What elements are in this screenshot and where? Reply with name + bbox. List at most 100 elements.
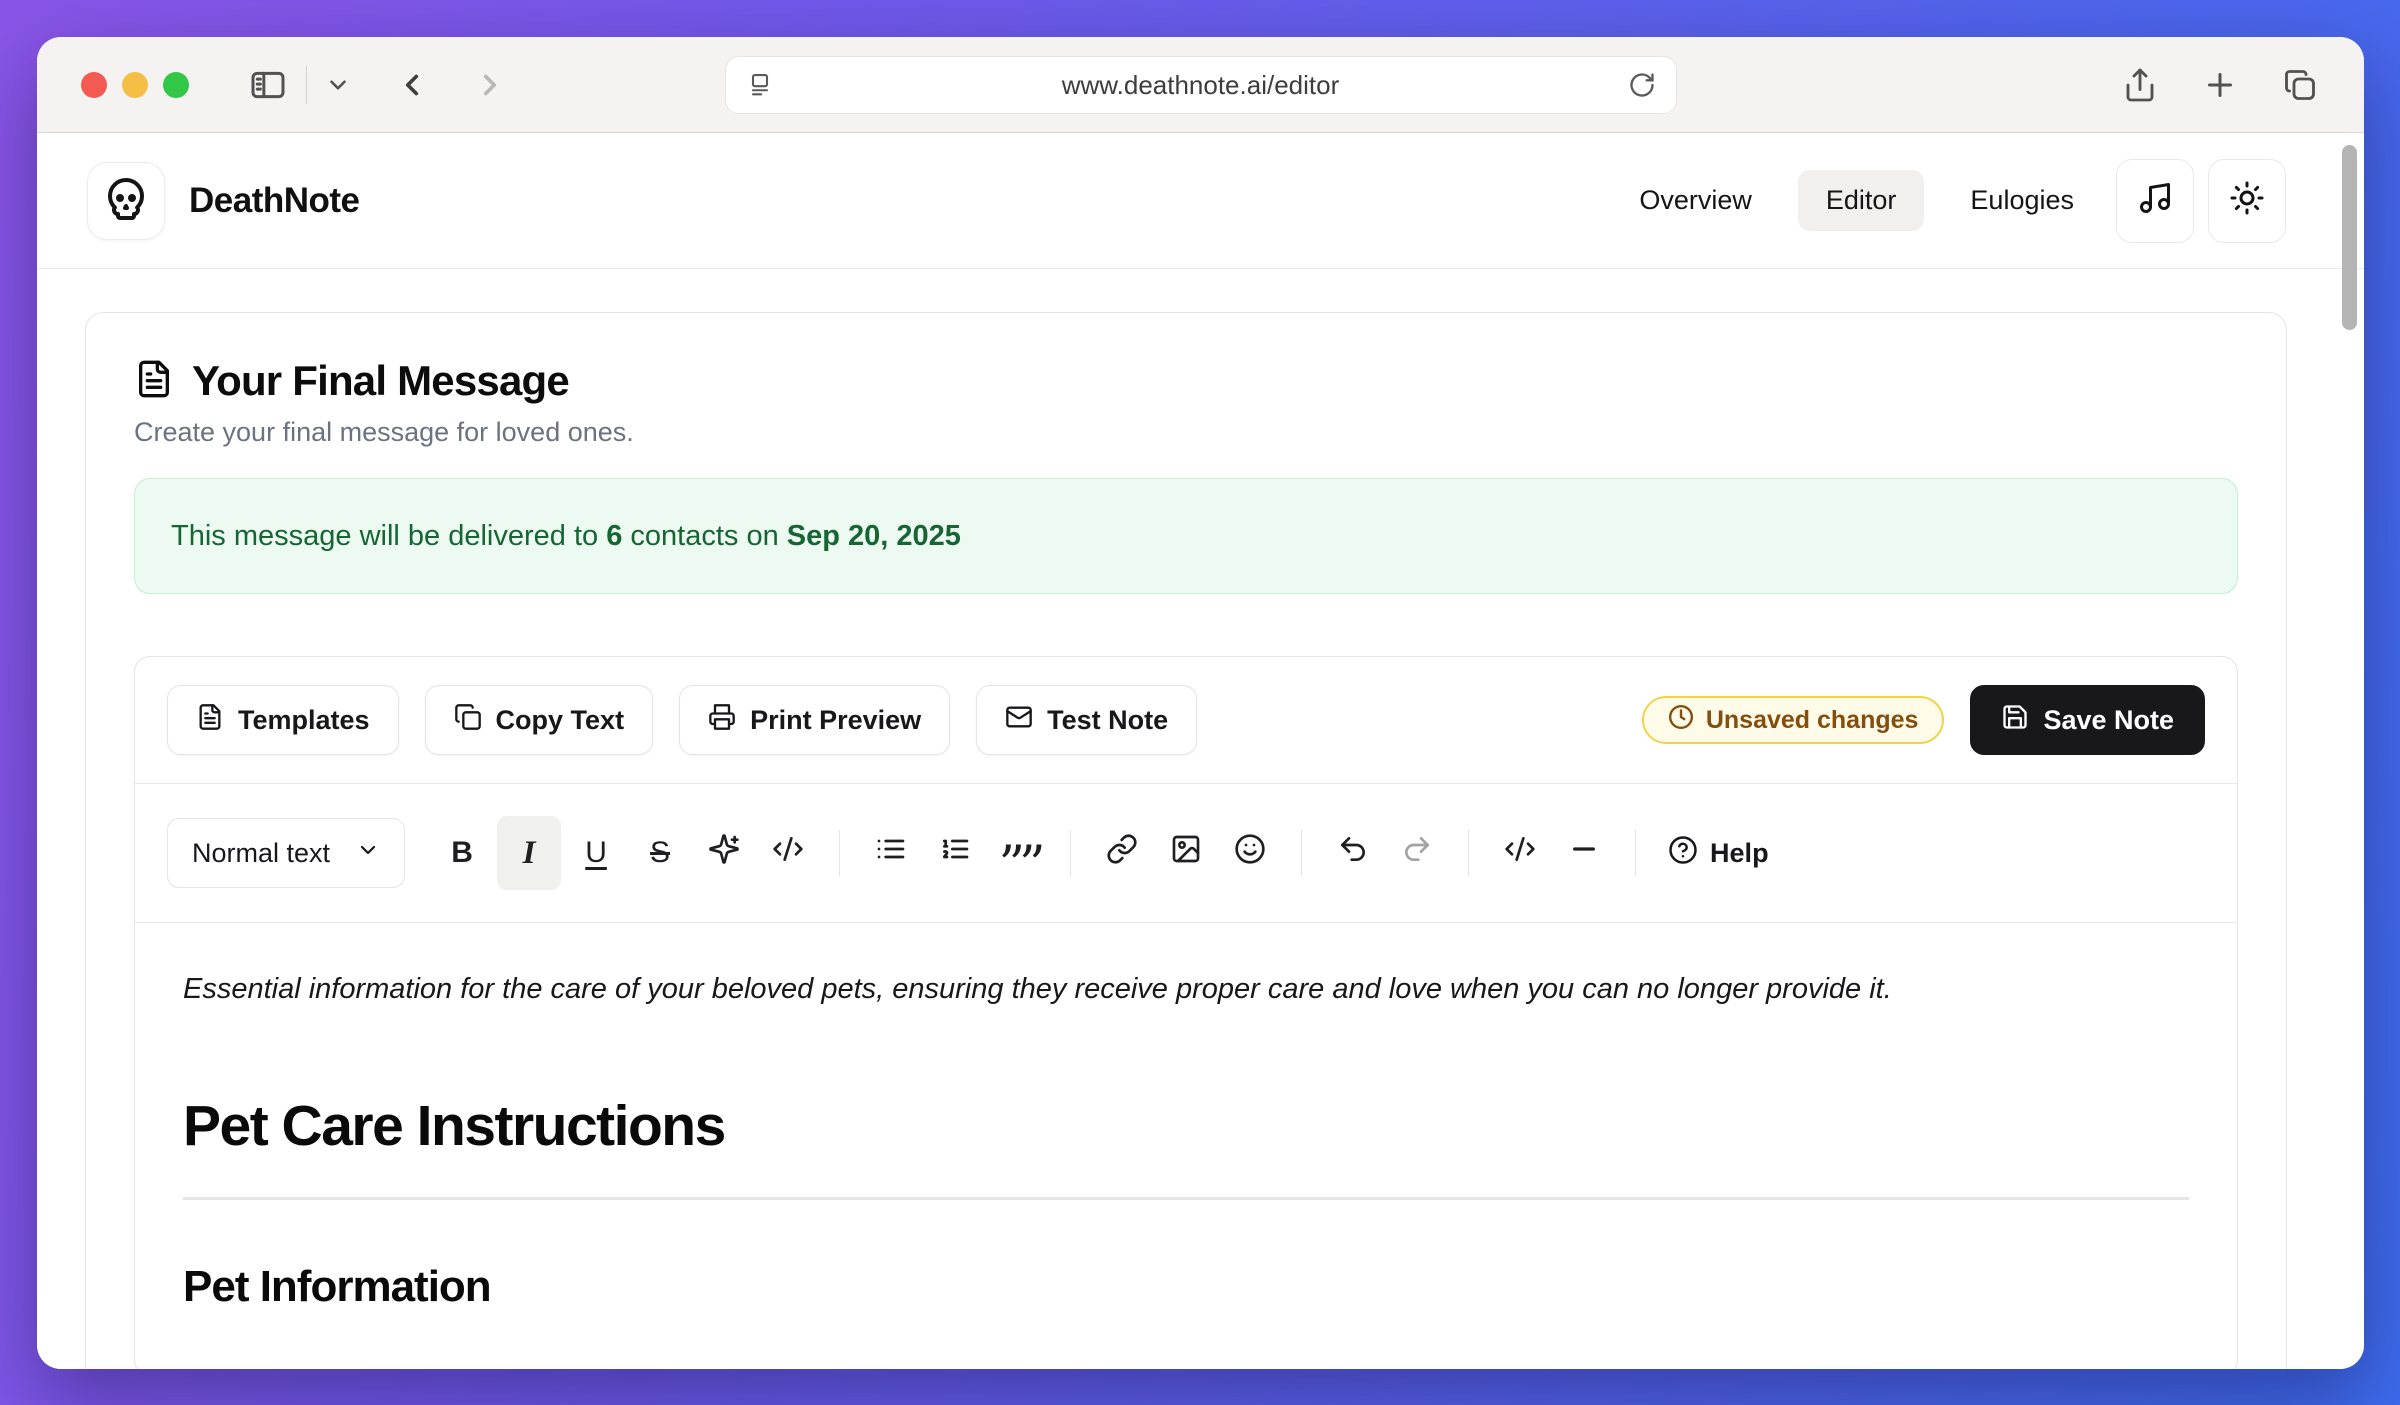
emoji-button[interactable]: [1221, 822, 1279, 884]
help-button[interactable]: Help: [1668, 835, 1769, 872]
code-icon: [772, 833, 804, 873]
bullet-list-icon: [875, 833, 907, 873]
help-label: Help: [1710, 838, 1769, 869]
file-text-icon: [134, 359, 174, 404]
sidebar-toggle-icon[interactable]: [248, 65, 288, 105]
app-logo[interactable]: [87, 162, 165, 240]
sparkles-icon: [708, 833, 740, 873]
templates-label: Templates: [238, 705, 370, 736]
editor-card: Your Final Message Create your final mes…: [85, 312, 2287, 1369]
templates-button[interactable]: Templates: [167, 685, 399, 755]
save-icon: [2001, 703, 2029, 738]
printer-icon: [708, 703, 736, 738]
text-style-value: Normal text: [192, 838, 330, 869]
skull-icon: [102, 174, 150, 227]
nav-eulogies[interactable]: Eulogies: [1942, 170, 2102, 231]
theme-toggle-button[interactable]: [2208, 159, 2286, 243]
test-note-button[interactable]: Test Note: [976, 685, 1197, 755]
link-icon: [1106, 833, 1138, 873]
underline-button[interactable]: U: [567, 822, 625, 884]
format-toolbar: Normal text B I U S: [135, 783, 2237, 922]
reader-mode-icon[interactable]: [746, 71, 774, 99]
forward-button-icon: [473, 68, 507, 102]
numbered-list-icon: [939, 833, 971, 873]
save-note-button[interactable]: Save Note: [1970, 685, 2205, 755]
inline-code-button[interactable]: [759, 822, 817, 884]
undo-button[interactable]: [1324, 822, 1382, 884]
zoom-window-button[interactable]: [163, 72, 189, 98]
share-icon[interactable]: [2122, 67, 2158, 103]
divider: [1468, 830, 1469, 876]
blockquote-button[interactable]: ””: [990, 822, 1048, 884]
close-window-button[interactable]: [81, 72, 107, 98]
sun-icon: [2229, 180, 2265, 221]
notice-text: contacts on: [622, 520, 786, 553]
strikethrough-button[interactable]: S: [631, 822, 689, 884]
app-header: DeathNote Overview Editor Eulogies: [37, 133, 2364, 269]
browser-window: www.deathnote.ai/editor: [37, 37, 2364, 1369]
tab-overview-icon[interactable]: [2282, 67, 2318, 103]
titlebar-right-actions: [2122, 67, 2318, 103]
browser-titlebar: www.deathnote.ai/editor: [37, 37, 2364, 133]
document-intro-paragraph: Essential information for the care of yo…: [183, 969, 2189, 1009]
tab-group-chevron-icon[interactable]: [325, 72, 351, 98]
url-text: www.deathnote.ai/editor: [1062, 70, 1340, 101]
editor-panel: Templates Copy Text Print Preview T: [134, 656, 2238, 1369]
minimize-window-button[interactable]: [122, 72, 148, 98]
italic-button[interactable]: I: [497, 816, 561, 890]
undo-icon: [1337, 833, 1369, 873]
numbered-list-button[interactable]: [926, 822, 984, 884]
divider: [306, 66, 307, 104]
unsaved-changes-badge: Unsaved changes: [1642, 696, 1945, 744]
redo-icon: [1401, 833, 1433, 873]
link-button[interactable]: [1093, 822, 1151, 884]
page-title: Your Final Message: [192, 357, 569, 405]
text-style-dropdown[interactable]: Normal text: [167, 818, 405, 888]
insert-image-button[interactable]: [1157, 822, 1215, 884]
back-button-icon[interactable]: [395, 68, 429, 102]
chevron-down-icon: [356, 838, 380, 869]
bold-button[interactable]: B: [433, 822, 491, 884]
notice-delivery-date: Sep 20, 2025: [787, 520, 961, 553]
mail-icon: [1005, 703, 1033, 738]
brand-name: DeathNote: [189, 181, 360, 221]
address-bar[interactable]: www.deathnote.ai/editor: [725, 56, 1677, 114]
notice-contact-count: 6: [606, 520, 622, 553]
divider: [839, 830, 840, 876]
editor-content[interactable]: Essential information for the care of yo…: [135, 922, 2237, 1369]
clock-icon: [1668, 704, 1694, 737]
document-heading-3: Pet #1: [183, 1364, 2189, 1369]
new-tab-icon[interactable]: [2202, 67, 2238, 103]
document-divider: [183, 1197, 2189, 1200]
editor-actionbar: Templates Copy Text Print Preview T: [135, 657, 2237, 783]
main-nav: Overview Editor Eulogies: [1611, 170, 2102, 231]
page-scrollbar-thumb[interactable]: [2342, 145, 2357, 330]
page-title-row: Your Final Message: [134, 357, 2238, 405]
document-heading-2: Pet Information: [183, 1262, 2189, 1312]
test-note-label: Test Note: [1047, 705, 1168, 736]
reload-icon[interactable]: [1628, 71, 1656, 99]
image-icon: [1170, 833, 1202, 873]
save-note-label: Save Note: [2043, 705, 2174, 736]
music-toggle-button[interactable]: [2116, 159, 2194, 243]
print-preview-button[interactable]: Print Preview: [679, 685, 950, 755]
divider: [1070, 830, 1071, 876]
bullet-list-button[interactable]: [862, 822, 920, 884]
delivery-notice: This message will be delivered to 6 cont…: [134, 478, 2238, 594]
nav-overview[interactable]: Overview: [1611, 170, 1780, 231]
music-icon: [2137, 180, 2173, 221]
help-circle-icon: [1668, 835, 1698, 872]
code-block-button[interactable]: [1491, 822, 1549, 884]
document-heading-1: Pet Care Instructions: [183, 1093, 2189, 1159]
ai-sparkles-button[interactable]: [695, 822, 753, 884]
page-subtitle: Create your final message for loved ones…: [134, 417, 2238, 448]
copy-text-button[interactable]: Copy Text: [425, 685, 654, 755]
horizontal-rule-button[interactable]: [1555, 822, 1613, 884]
copy-icon: [454, 703, 482, 738]
minus-icon: [1568, 833, 1600, 873]
redo-button[interactable]: [1388, 822, 1446, 884]
nav-editor[interactable]: Editor: [1798, 170, 1925, 231]
notice-text: This message will be delivered to: [171, 520, 606, 553]
divider: [1635, 830, 1636, 876]
page-body: Your Final Message Create your final mes…: [37, 269, 2364, 1369]
